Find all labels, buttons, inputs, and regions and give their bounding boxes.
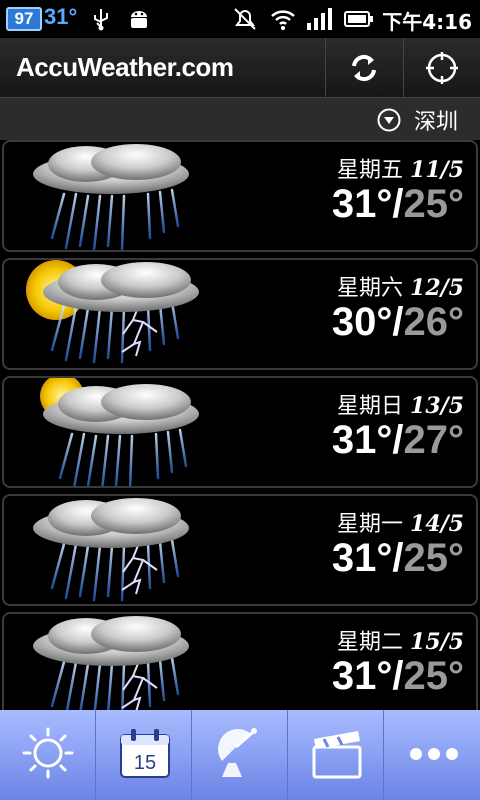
thunderstorm-icon: [33, 616, 189, 710]
forecast-list[interactable]: 星期五 11/5 31°/25° 星期六 12/5 30°/26° 星期日 13…: [0, 140, 480, 710]
day-date: 13/5: [410, 393, 464, 419]
low-temp: 25°: [403, 182, 465, 226]
thunderstorm-icon: [33, 498, 189, 602]
battery-icon: [344, 11, 373, 27]
sun-cloud-rain-icon: [40, 378, 199, 486]
satellite-dish-icon: [218, 728, 257, 777]
temp-separator: /: [392, 182, 404, 226]
low-temp: 27°: [403, 418, 465, 462]
low-temp: 25°: [403, 536, 465, 580]
sun-thunderstorm-icon: [26, 260, 199, 364]
day-name: 星期二: [337, 630, 404, 655]
temp-separator: /: [392, 418, 404, 462]
forecast-temps: 31°/27°: [332, 418, 464, 463]
forecast-card[interactable]: 星期六 12/5 30°/26°: [2, 258, 478, 370]
forecast-day: 星期六 12/5: [337, 270, 464, 302]
high-temp: 31°: [331, 418, 393, 462]
tab-videos[interactable]: [288, 710, 384, 800]
status-bar: 97 31° 下午4:16: [0, 0, 480, 38]
forecast-card[interactable]: 星期一 14/5 31°/25°: [2, 494, 478, 606]
temp-separator: /: [392, 654, 404, 698]
clapperboard-icon: [312, 731, 362, 779]
day-name: 星期六: [337, 276, 404, 301]
android-debug-icon: [131, 11, 147, 28]
forecast-card[interactable]: 星期日 13/5 31°/27°: [2, 376, 478, 488]
forecast-day: 星期一 14/5: [337, 506, 464, 538]
high-temp: 31°: [331, 536, 393, 580]
bottom-tab-bar: 15: [0, 710, 480, 800]
notification-badge: 97: [6, 7, 42, 31]
wifi-icon: [271, 10, 295, 30]
more-icon: [410, 748, 458, 760]
tab-current-weather[interactable]: [0, 710, 96, 800]
location-name: 深圳: [414, 110, 459, 135]
status-temperature: 31°: [44, 4, 78, 29]
day-date: 12/5: [410, 275, 464, 301]
location-selector[interactable]: 深圳: [0, 98, 480, 140]
rain-icon: [33, 144, 189, 250]
forecast-day: 星期二 15/5: [337, 624, 464, 656]
forecast-card[interactable]: 星期五 11/5 31°/25°: [2, 140, 478, 252]
app-header: AccuWeather.com: [0, 38, 480, 98]
tab-satellite[interactable]: [192, 710, 288, 800]
temp-separator: /: [392, 536, 404, 580]
refresh-button[interactable]: [325, 38, 402, 98]
tab-forecast[interactable]: 15: [96, 710, 192, 800]
low-temp: 25°: [403, 654, 465, 698]
sun-icon: [22, 727, 74, 779]
forecast-temps: 31°/25°: [332, 182, 464, 227]
brand-logo: AccuWeather.com: [16, 52, 234, 82]
forecast-temps: 31°/25°: [332, 654, 464, 699]
mute-icon: [234, 8, 256, 30]
refresh-icon: [352, 54, 376, 82]
dropdown-circle-icon: [377, 108, 401, 132]
locate-button[interactable]: [403, 38, 480, 98]
day-name: 星期一: [337, 512, 404, 537]
day-date: 15/5: [410, 629, 464, 655]
status-time: 下午4:16: [382, 10, 472, 34]
forecast-card[interactable]: 星期二 15/5 31°/25°: [2, 612, 478, 710]
calendar-day-number: 15: [134, 752, 156, 774]
badge-number: 97: [14, 9, 34, 28]
crosshair-icon: [426, 52, 458, 84]
temp-separator: /: [392, 300, 404, 344]
day-date: 14/5: [410, 511, 464, 537]
high-temp: 31°: [331, 654, 393, 698]
usb-icon: [94, 9, 108, 31]
signal-icon: [307, 8, 332, 30]
forecast-day: 星期五 11/5: [337, 152, 464, 184]
calendar-icon: 15: [120, 729, 170, 778]
low-temp: 26°: [403, 300, 465, 344]
tab-more[interactable]: [384, 710, 480, 800]
day-date: 11/5: [410, 157, 464, 183]
day-name: 星期日: [337, 394, 404, 419]
forecast-temps: 30°/26°: [332, 300, 464, 345]
forecast-temps: 31°/25°: [332, 536, 464, 581]
forecast-day: 星期日 13/5: [337, 388, 464, 420]
high-temp: 30°: [331, 300, 393, 344]
high-temp: 31°: [331, 182, 393, 226]
day-name: 星期五: [337, 158, 404, 183]
